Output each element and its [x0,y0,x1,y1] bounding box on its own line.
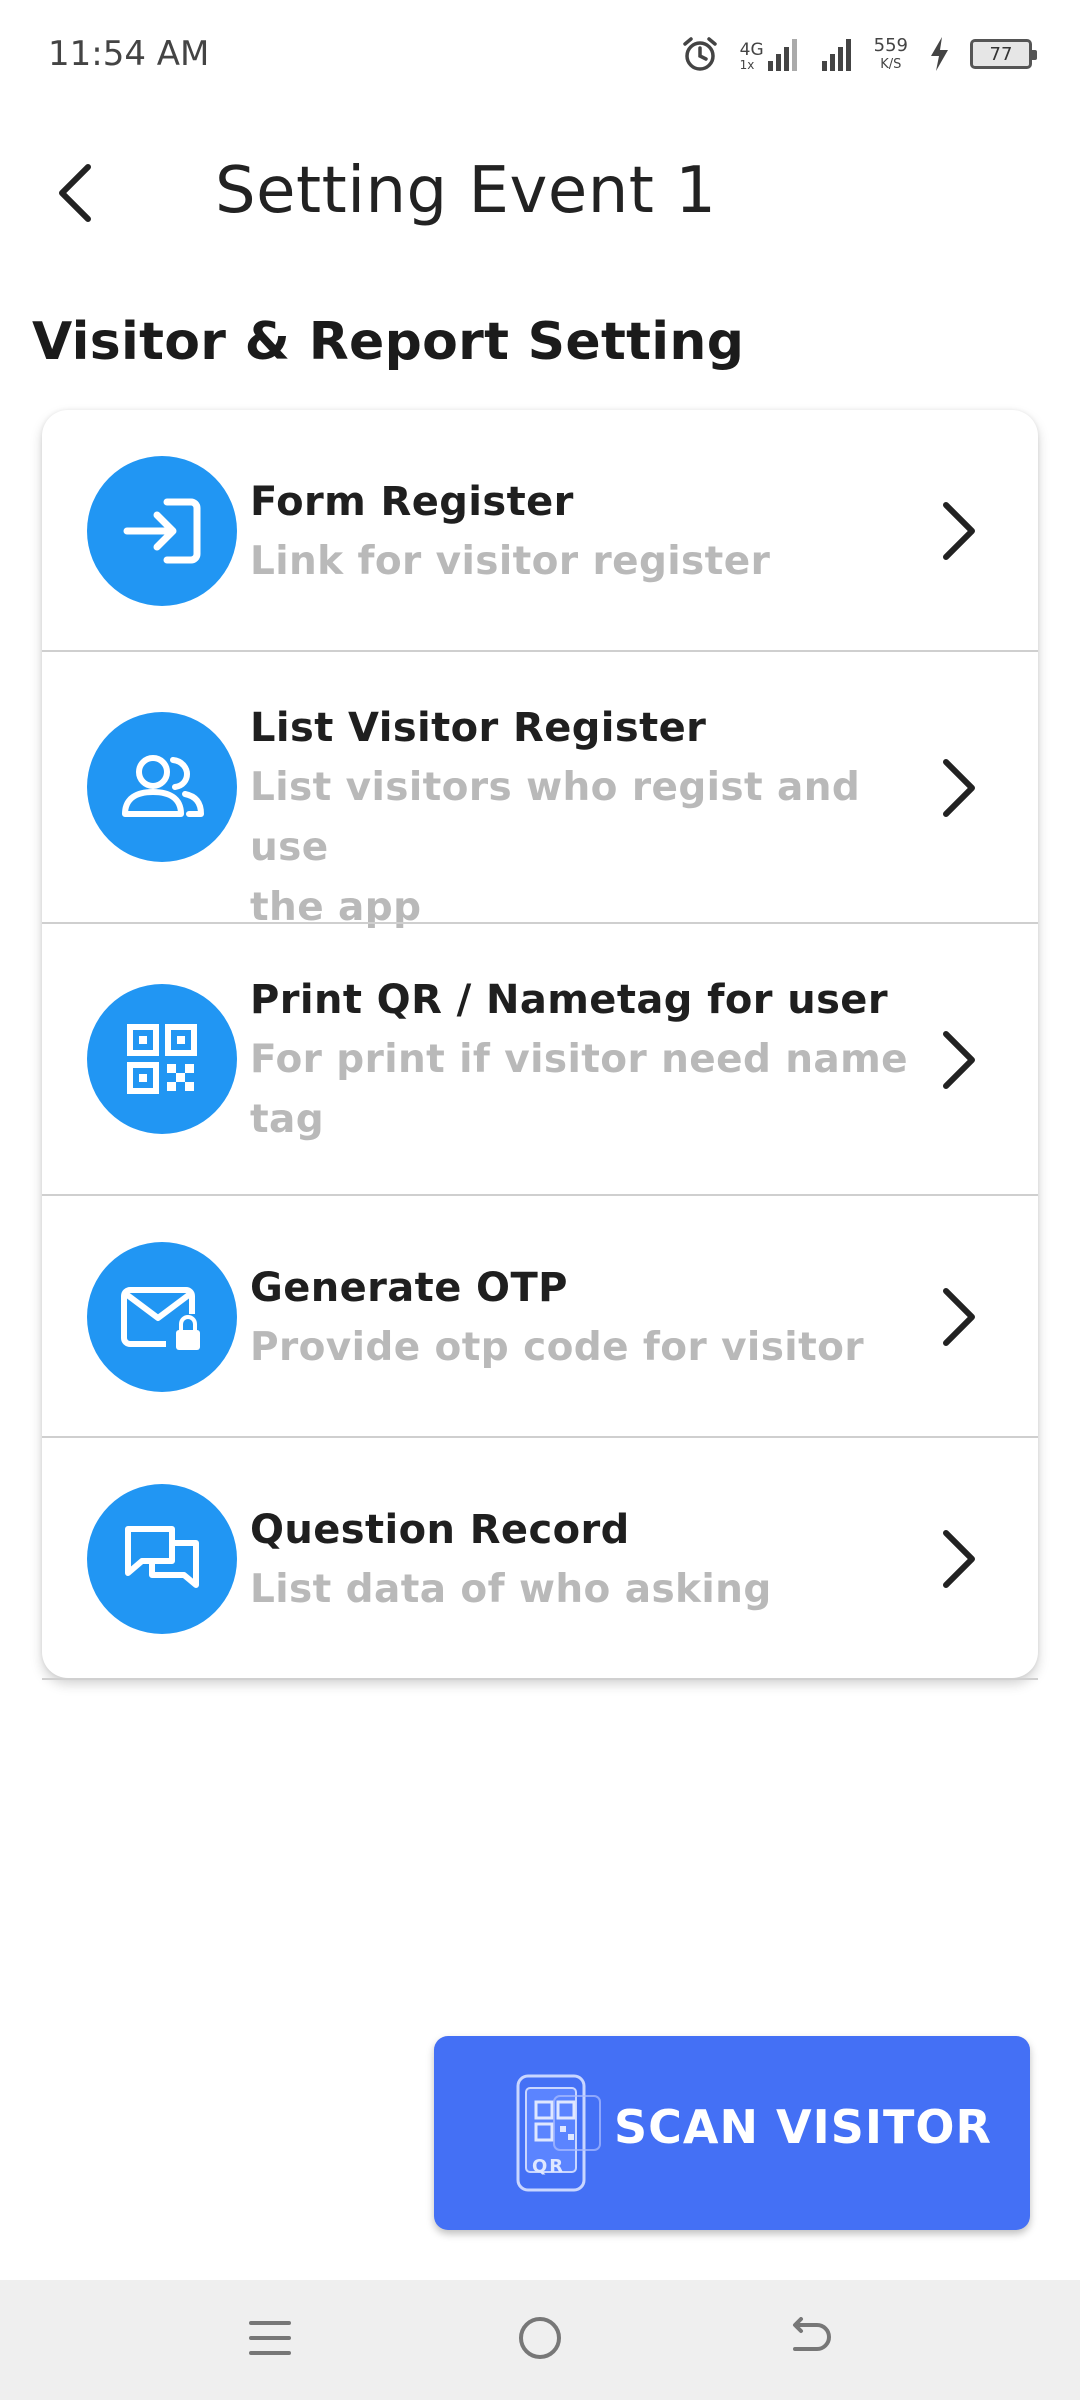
home-circle-icon [517,2315,563,2365]
page-title: Setting Event 1 [215,154,717,228]
status-icons: 4G 1x 559 K/S 77 [680,30,1037,78]
scan-visitor-label: SCAN VISITOR [614,2100,992,2154]
back-button[interactable] [30,150,120,240]
menu-item-question-record[interactable]: Question Record List data of who asking [42,1438,1038,1678]
chevron-right-icon [928,748,988,828]
speed-unit: K/S [880,57,902,72]
menu-item-subtitle-line-1: For print if visitor need name [250,1037,909,1082]
menu-item-title: Form Register [250,479,574,525]
menu-item-title: Generate OTP [250,1265,568,1311]
scan-visitor-button[interactable]: QR SCAN VISITOR [434,2036,1030,2230]
menu-icon [249,2318,291,2362]
section-title: Visitor & Report Setting [32,312,745,372]
phone-qr-icon: QR [514,2074,604,2198]
chevron-right-icon [928,1519,988,1599]
menu-item-text: List Visitor Register List visitors who … [250,698,910,938]
qr-code-icon [87,984,237,1134]
menu-item-subtitle: Link for visitor register [250,539,771,584]
login-icon [87,456,237,606]
status-bar: 11:54 AM 4G 1x 559 K/S 77 [0,0,1080,110]
back-arrow-icon [787,2317,833,2363]
chat-icon [87,1484,237,1634]
network-label: 4G [739,40,764,60]
network-sub-label: 1x [739,58,755,72]
menu-item-form-register[interactable]: Form Register Link for visitor register [42,410,1038,652]
scan-icon-qr-text: QR [532,2156,566,2177]
app-header: Setting Event 1 [0,130,1080,260]
signal-icon [820,37,854,71]
menu-item-subtitle: List data of who asking [250,1567,772,1612]
chevron-right-icon [928,1020,988,1100]
menu-item-title: Print QR / Nametag for user [250,977,888,1023]
chevron-right-icon [928,491,988,571]
chevron-right-icon [928,1277,988,1357]
menu-item-title: List Visitor Register [250,705,707,751]
menu-item-subtitle-line-2: tag [250,1097,325,1142]
menu-item-text: Form Register Link for visitor register [250,472,910,592]
speed-value: 559 [873,35,908,56]
menu-item-print-qr[interactable]: Print QR / Nametag for user For print if… [42,924,1038,1196]
nav-back-button[interactable] [770,2304,850,2376]
menu-item-text: Print QR / Nametag for user For print if… [250,970,910,1150]
mail-lock-icon [87,1242,237,1392]
card-bottom-divider [42,1678,1038,1680]
users-icon [87,712,237,862]
alarm-icon [680,34,720,74]
menu-item-subtitle: Provide otp code for visitor [250,1325,864,1370]
network-speed: 559 K/S [873,35,908,72]
menu-item-list-visitor-register[interactable]: List Visitor Register List visitors who … [42,652,1038,930]
settings-card: Form Register Link for visitor register … [42,410,1038,1678]
nav-home-button[interactable] [500,2304,580,2376]
battery-icon: 77 [970,39,1037,69]
menu-item-subtitle-line-1: List visitors who regist and use [250,765,861,870]
system-nav-bar [0,2280,1080,2400]
menu-item-title: Question Record [250,1507,630,1553]
signal-4g-icon: 4G 1x [740,37,800,71]
status-time: 11:54 AM [48,34,210,74]
menu-item-generate-otp[interactable]: Generate OTP Provide otp code for visito… [42,1196,1038,1438]
chevron-left-icon [50,161,100,229]
battery-level: 77 [989,43,1013,65]
menu-item-text: Generate OTP Provide otp code for visito… [250,1258,910,1378]
nav-menu-button[interactable] [230,2304,310,2376]
charging-icon [928,36,950,72]
menu-item-text: Question Record List data of who asking [250,1500,910,1620]
